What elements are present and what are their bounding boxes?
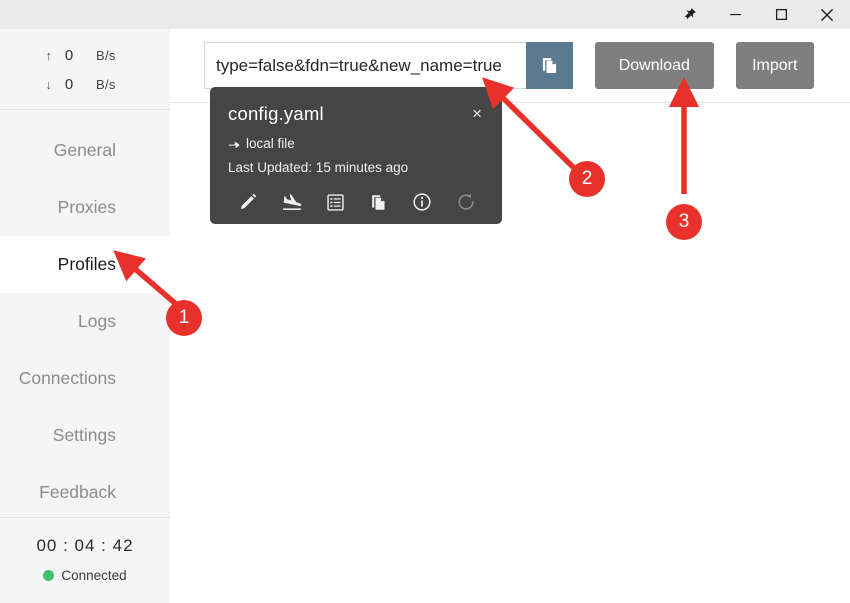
profile-last-updated: Last Updated: 15 minutes ago bbox=[228, 160, 409, 175]
download-speed-row: ↓ 0 B/s bbox=[0, 70, 170, 99]
sidebar-item-label: Connections bbox=[18, 368, 116, 388]
url-input-group bbox=[204, 42, 573, 89]
arrow-right-icon bbox=[228, 141, 240, 149]
connection-status: Connected bbox=[0, 568, 170, 583]
main-panel: Download Import config.yaml × local file… bbox=[170, 29, 850, 603]
sidebar-item-label: Settings bbox=[52, 425, 116, 445]
sidebar-item-connections[interactable]: Connections bbox=[0, 350, 170, 407]
plane-landing-icon[interactable] bbox=[280, 190, 304, 214]
minimize-icon[interactable] bbox=[712, 0, 758, 29]
connection-status-label: Connected bbox=[61, 568, 127, 583]
pin-icon[interactable] bbox=[666, 0, 712, 29]
download-speed-unit: B/s bbox=[96, 77, 116, 92]
list-icon[interactable] bbox=[323, 190, 347, 214]
speed-indicator: ↑ 0 B/s ↓ 0 B/s bbox=[0, 29, 170, 110]
status-panel: 00 : 04 : 42 Connected bbox=[0, 517, 170, 603]
upload-speed-value: 0 bbox=[64, 47, 74, 64]
profile-name: config.yaml bbox=[228, 103, 324, 124]
maximize-icon[interactable] bbox=[758, 0, 804, 29]
sidebar-item-label: Profiles bbox=[57, 254, 116, 274]
profile-url-input[interactable] bbox=[204, 42, 526, 89]
profile-source-label: local file bbox=[246, 136, 295, 151]
sidebar-item-label: Logs bbox=[78, 311, 116, 331]
upload-speed-unit: B/s bbox=[96, 48, 116, 63]
annotation-marker-1: 1 bbox=[166, 300, 202, 336]
sidebar-item-label: General bbox=[53, 140, 116, 160]
sidebar-item-proxies[interactable]: Proxies bbox=[0, 179, 170, 236]
sidebar-item-feedback[interactable]: Feedback bbox=[0, 464, 170, 521]
upload-speed-row: ↑ 0 B/s bbox=[0, 41, 170, 70]
sidebar-item-general[interactable]: General bbox=[0, 122, 170, 179]
copy-icon[interactable] bbox=[367, 190, 391, 214]
download-speed-value: 0 bbox=[64, 76, 74, 93]
annotation-marker-2: 2 bbox=[569, 161, 605, 197]
profile-close-icon[interactable]: × bbox=[464, 103, 484, 128]
profile-card-header: config.yaml × bbox=[228, 103, 484, 128]
status-dot-icon bbox=[43, 570, 55, 581]
sidebar-nav: General Proxies Profiles Logs Connection… bbox=[0, 110, 170, 521]
profile-source: local file bbox=[228, 136, 484, 151]
close-icon[interactable] bbox=[804, 0, 850, 29]
refresh-icon bbox=[454, 190, 478, 214]
sidebar: ↑ 0 B/s ↓ 0 B/s General Proxies Profiles… bbox=[0, 29, 170, 603]
profile-card-actions bbox=[228, 190, 484, 214]
paste-button[interactable] bbox=[526, 42, 573, 89]
download-arrow-icon: ↓ bbox=[45, 77, 53, 92]
annotation-marker-3: 3 bbox=[666, 204, 702, 240]
info-icon[interactable] bbox=[410, 190, 434, 214]
title-bar bbox=[0, 0, 850, 29]
edit-icon[interactable] bbox=[236, 190, 260, 214]
import-button[interactable]: Import bbox=[735, 42, 814, 89]
sidebar-item-settings[interactable]: Settings bbox=[0, 407, 170, 464]
sidebar-item-label: Proxies bbox=[57, 197, 116, 217]
sidebar-item-profiles[interactable]: Profiles bbox=[0, 236, 170, 293]
download-button[interactable]: Download bbox=[595, 42, 714, 89]
upload-arrow-icon: ↑ bbox=[45, 48, 53, 63]
copy-icon bbox=[542, 58, 557, 73]
app-window: ↑ 0 B/s ↓ 0 B/s General Proxies Profiles… bbox=[0, 0, 850, 603]
session-timer: 00 : 04 : 42 bbox=[36, 536, 134, 555]
profile-card[interactable]: config.yaml × local file Last Updated: 1… bbox=[210, 87, 502, 224]
sidebar-item-logs[interactable]: Logs bbox=[0, 293, 170, 350]
sidebar-item-label: Feedback bbox=[39, 482, 116, 502]
